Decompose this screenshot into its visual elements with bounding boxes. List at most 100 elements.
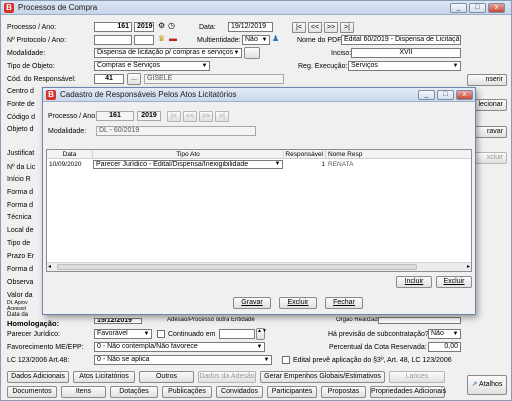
outros-button[interactable]: Outros [139, 371, 194, 383]
gear-icon[interactable]: ⚙ [158, 21, 165, 31]
processo-year-input[interactable]: 2019 [134, 22, 154, 32]
excluir-button[interactable]: Excluir [279, 297, 317, 309]
dialog-modalidade-label: Modalidade: [48, 128, 87, 135]
scroll-thumb[interactable] [57, 264, 417, 270]
atalhos-button[interactable]: ⇗ Atalhos [467, 375, 507, 395]
continuado-checkbox[interactable] [157, 330, 165, 338]
atos-licitatorios-button[interactable]: Atos Licitatórios [73, 371, 135, 383]
nav-last-button[interactable]: >| [340, 22, 354, 33]
side-label: Prazo Er [7, 253, 35, 260]
inserir-button[interactable]: nserir [467, 74, 507, 86]
modalidade-label: Modalidade: [7, 50, 46, 57]
cell-nome-resp: RENATA [328, 161, 354, 168]
dialog-close-button[interactable]: x [456, 90, 473, 100]
chevron-down-icon: ▼ [261, 37, 268, 43]
nome-pdf-input[interactable]: Edital 60/2019 - Dispensa de Licitação [341, 35, 461, 45]
multientidade-label: Multientidade: [197, 37, 241, 44]
trophy-icon[interactable]: ♛ [158, 34, 165, 44]
incluir-button[interactable]: Incluir [396, 276, 432, 288]
orgao-realizador-input[interactable] [378, 317, 461, 324]
protocolo-number-input[interactable] [94, 35, 132, 45]
scroll-left-icon[interactable]: ◂ [48, 263, 51, 271]
modalidade-lookup-button[interactable] [244, 47, 260, 59]
multientidade-select[interactable]: Não ▼ [242, 35, 270, 45]
processo-number-input[interactable]: 161 [94, 22, 132, 32]
people-icon[interactable]: ♟ [272, 34, 279, 44]
cod-responsavel-input[interactable]: 41 [94, 74, 124, 84]
favorecimento-select[interactable]: 0 - Não contempla/Não favorece ▼ [94, 342, 265, 352]
gravar-label: Gravar [241, 299, 263, 306]
excluir-label: Excluir [443, 278, 465, 285]
gravar-button[interactable]: Gravar [233, 297, 271, 309]
minimize-button[interactable]: _ [450, 3, 467, 13]
column-header-data[interactable]: Data [47, 150, 93, 159]
publicacoes-button[interactable]: Publicações [162, 386, 212, 398]
chevron-down-icon: ▼ [274, 161, 281, 167]
modalidade-select[interactable]: Dispensa de licitação p/ compras e servi… [94, 48, 242, 58]
dialog-minimize-button[interactable]: _ [418, 90, 435, 100]
side-label: Forma d [7, 189, 34, 196]
continuado-label: Continuado em [168, 331, 216, 338]
dialog-nav-first-button[interactable]: |< [167, 111, 181, 122]
dialog-nav-last-button[interactable]: >| [215, 111, 229, 122]
propostas-button[interactable]: Propostas [321, 386, 366, 398]
side-label: Código d [7, 114, 36, 121]
homologacao-date-input[interactable]: 15/12/2019 [94, 318, 142, 324]
inciso-input[interactable]: XVII [351, 48, 461, 58]
column-header-nome-resp[interactable]: Nome Resp [326, 150, 471, 159]
lances-button[interactable]: Lances [389, 371, 445, 383]
tipo-objeto-select[interactable]: Compras e Serviços ▼ [94, 61, 210, 71]
atalhos-label: Atalhos [479, 381, 503, 388]
column-header-tipo-ato[interactable]: Tipo Ato [93, 150, 284, 159]
grid-header: Data Tipo Ato Responsável Nome Resp [47, 150, 471, 159]
propriedades-adicionais-button[interactable]: Propriedades Adicionais [370, 386, 446, 398]
nav-next-button[interactable]: >> [324, 22, 338, 33]
nav-prev-button[interactable]: << [308, 22, 322, 33]
scroll-right-icon[interactable]: ▸ [467, 263, 470, 271]
dados-adesao-button[interactable]: Dados da Adesão [198, 371, 256, 383]
close-button[interactable]: x [488, 3, 505, 13]
cod-responsavel-lookup-button[interactable]: ... [127, 73, 141, 85]
column-header-responsavel[interactable]: Responsável [284, 150, 326, 159]
participantes-button[interactable]: Participantes [267, 386, 317, 398]
dialog-title: Cadastro de Responsáveis Pelos Atos Lici… [60, 90, 237, 99]
nav-first-button[interactable]: |< [292, 22, 306, 33]
itens-button[interactable]: Itens [61, 386, 106, 398]
dados-adicionais-button[interactable]: Dados Adicionais [7, 371, 69, 383]
dialog-nav-prev-button[interactable]: << [183, 111, 197, 122]
convidados-button[interactable]: Convidados [216, 386, 263, 398]
cell-tipo-ato-select[interactable]: Parecer Jurídico - Edital/Dispensa/Inexi… [93, 160, 283, 169]
dotacoes-button[interactable]: Dotações [110, 386, 158, 398]
horizontal-scrollbar[interactable]: ◂ ▸ [47, 262, 471, 271]
parecer-select[interactable]: Favorável ▼ [94, 329, 152, 339]
dialog-maximize-button[interactable]: □ [437, 90, 454, 100]
edital-checkbox[interactable] [282, 356, 290, 364]
maximize-button[interactable]: □ [469, 3, 486, 13]
document-icon[interactable]: ▬ [169, 34, 177, 44]
reg-execucao-label: Reg. Execução: [298, 63, 348, 70]
lc-select[interactable]: 0 - Não se aplica ▼ [94, 355, 272, 365]
gerar-empenhos-button[interactable]: Gerar Empenhos Globais/Estimativos [260, 371, 385, 383]
documentos-button[interactable]: Documentos [7, 386, 57, 398]
continuado-input[interactable] [219, 329, 255, 339]
continuado-spinner[interactable]: ▲▼ [256, 328, 267, 340]
excluir-row-button[interactable]: Excluir [436, 276, 472, 288]
subcontratacao-select[interactable]: Não ▼ [428, 329, 461, 339]
protocolo-label: Nº Protocolo / Ano: [7, 37, 66, 44]
data-input[interactable]: 19/12/2019 [228, 22, 273, 32]
reg-execucao-select[interactable]: Serviços ▼ [348, 61, 461, 71]
lc-label: LC 123/2006 Art.48: [7, 357, 70, 364]
parecer-label: Parecer Jurídico: [7, 331, 60, 338]
protocolo-year-input[interactable] [134, 35, 154, 45]
side-label: Local de [7, 227, 34, 234]
responsavel-name-field: GISELE [144, 74, 284, 84]
cell-responsavel: 1 [321, 161, 325, 168]
clock-icon[interactable]: ◷ [168, 21, 175, 31]
dialog-nav-next-button[interactable]: >> [199, 111, 213, 122]
cod-responsavel-label: Cód. do Responsável: [7, 76, 76, 83]
fechar-button[interactable]: Fechar [325, 297, 363, 309]
chevron-down-icon: ▼ [143, 331, 150, 337]
percentual-input[interactable]: 0,00 [428, 342, 461, 352]
tipo-objeto-label: Tipo de Objeto: [7, 63, 55, 70]
side-label: Objeto d [7, 126, 34, 133]
